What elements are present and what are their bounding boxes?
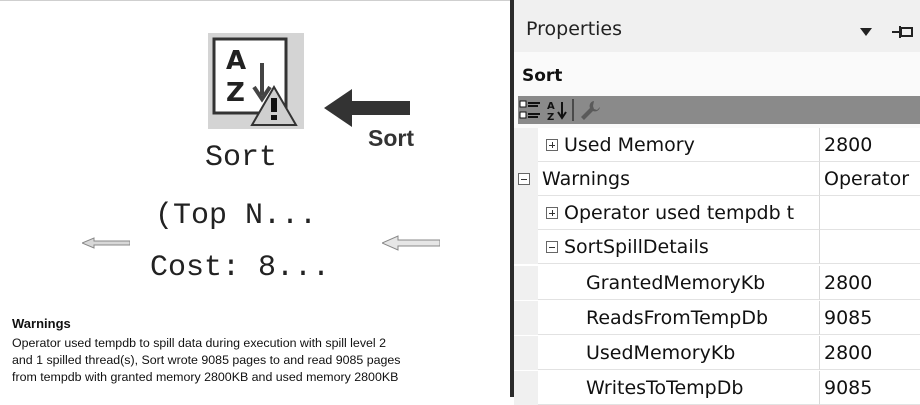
properties-header: Properties: [514, 0, 920, 52]
properties-window: Properties Sort A Z Used Memory 2800 War…: [514, 0, 920, 405]
property-name: ReadsFromTempDb: [586, 307, 769, 329]
property-name: WritesToTempDb: [586, 377, 744, 399]
row-gutter: [514, 128, 538, 162]
property-name: Warnings: [542, 168, 631, 190]
property-value-cell[interactable]: 2800: [820, 336, 920, 370]
property-row[interactable]: ReadsFromTempDb 9085: [514, 301, 920, 335]
collapse-icon[interactable]: [518, 173, 530, 185]
connector-right-icon: [382, 235, 440, 251]
pin-icon[interactable]: [892, 24, 914, 40]
row-gutter: [514, 196, 538, 230]
callout-arrow-icon: [324, 89, 410, 127]
categorized-icon[interactable]: [518, 98, 542, 122]
svg-text:A: A: [547, 101, 555, 112]
property-value-cell[interactable]: 2800: [820, 128, 920, 162]
property-name-cell: UsedMemoryKb: [538, 336, 820, 370]
node-detail: (Top N...: [155, 199, 318, 233]
property-value: 2800: [824, 134, 873, 156]
property-value-cell[interactable]: 9085: [820, 301, 920, 335]
property-name: UsedMemoryKb: [586, 342, 736, 364]
callout-label: Sort: [368, 125, 414, 151]
alphabetical-icon[interactable]: A Z: [546, 98, 570, 122]
property-value: 2800: [824, 342, 873, 364]
property-name-cell: WritesToTempDb: [538, 371, 820, 405]
row-gutter: [514, 336, 538, 370]
properties-toolbar: A Z: [518, 96, 920, 124]
properties-title: Properties: [526, 18, 623, 40]
row-gutter: [514, 230, 538, 264]
property-value-cell[interactable]: 2800: [820, 266, 920, 300]
property-name: Operator used tempdb t: [564, 202, 795, 224]
icon-letter-z: Z: [226, 78, 245, 108]
icon-letter-a: A: [226, 46, 246, 76]
row-gutter: [514, 162, 538, 196]
selected-object-label: Sort: [522, 66, 563, 86]
property-row[interactable]: SortSpillDetails: [514, 230, 920, 264]
screenshot-frame: A Z Sort Sort (Top N... Cost: 8... Warni…: [0, 0, 920, 405]
svg-text:Z: Z: [547, 112, 554, 122]
warnings-text: Operator used tempdb to spill data durin…: [12, 335, 504, 386]
property-value: 2800: [824, 272, 873, 294]
property-name-cell: Used Memory: [538, 128, 820, 162]
expand-icon[interactable]: [546, 139, 558, 151]
property-grid: Used Memory 2800 Warnings Operator Opera…: [514, 128, 920, 405]
warnings-title: Warnings: [12, 316, 71, 331]
property-row[interactable]: Used Memory 2800: [514, 128, 920, 162]
node-cost: Cost: 8...: [150, 251, 331, 285]
property-value: 9085: [824, 307, 873, 329]
row-gutter: [514, 371, 538, 405]
property-value-cell[interactable]: [820, 230, 920, 264]
property-value: 9085: [824, 377, 873, 399]
row-gutter: [514, 301, 538, 335]
warnings-line: and 1 spilled thread(s), Sort wrote 9085…: [12, 353, 401, 367]
toolbar-separator: [572, 99, 574, 121]
property-row[interactable]: WritesToTempDb 9085: [514, 371, 920, 405]
execution-plan-pane: A Z Sort Sort (Top N... Cost: 8... Warni…: [0, 0, 510, 397]
property-value-cell[interactable]: Operator: [820, 162, 920, 196]
connector-left-icon: [82, 237, 130, 249]
property-row[interactable]: UsedMemoryKb 2800: [514, 336, 920, 370]
expand-icon[interactable]: [546, 207, 558, 219]
node-name: Sort: [205, 141, 278, 175]
property-name: Used Memory: [564, 134, 695, 156]
property-value-cell[interactable]: 9085: [820, 371, 920, 405]
collapse-icon[interactable]: [546, 241, 558, 253]
property-name-cell: Operator used tempdb t: [538, 196, 820, 230]
property-name-cell: ReadsFromTempDb: [538, 301, 820, 335]
property-value-cell[interactable]: [820, 196, 920, 230]
property-row[interactable]: Operator used tempdb t: [514, 196, 920, 230]
warnings-line: from tempdb with granted memory 2800KB a…: [12, 370, 399, 384]
property-value: Operator: [824, 168, 910, 190]
sort-operator-icon[interactable]: A Z: [208, 33, 304, 129]
property-name: SortSpillDetails: [564, 236, 709, 258]
wrench-icon[interactable]: [578, 98, 602, 122]
property-name-cell: GrantedMemoryKb: [538, 266, 820, 300]
warnings-line: Operator used tempdb to spill data durin…: [12, 336, 386, 350]
property-row[interactable]: Warnings Operator: [514, 162, 920, 196]
property-name-cell: SortSpillDetails: [538, 230, 820, 264]
dropdown-arrow-icon[interactable]: [860, 28, 872, 36]
row-gutter: [514, 266, 538, 300]
property-name-cell: Warnings: [538, 162, 820, 196]
property-row[interactable]: GrantedMemoryKb 2800: [514, 266, 920, 300]
property-name: GrantedMemoryKb: [586, 272, 766, 294]
